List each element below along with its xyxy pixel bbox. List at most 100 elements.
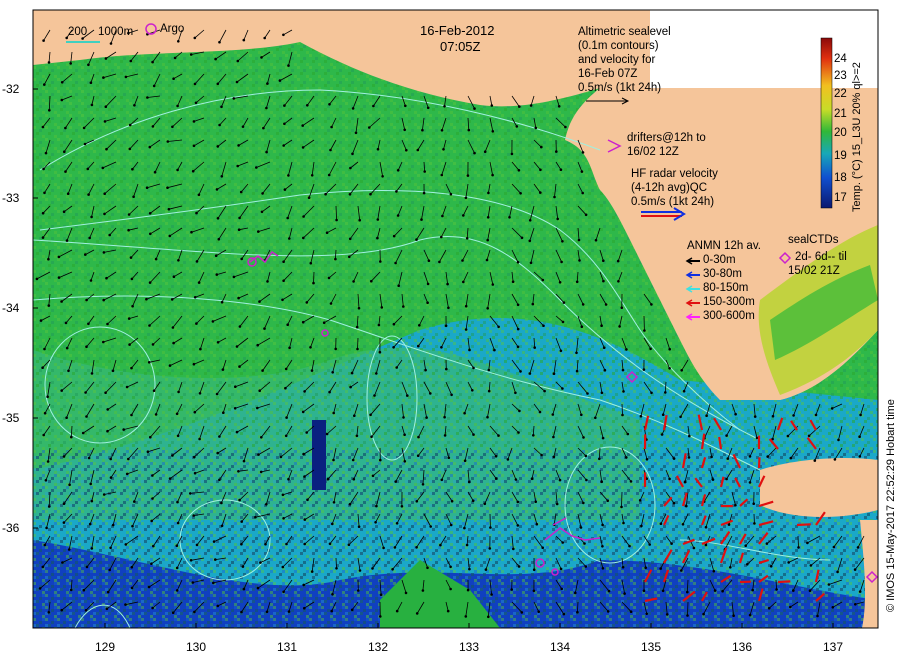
x-tick-label: 136 (722, 640, 762, 654)
velocity-arrow-head (169, 364, 172, 367)
velocity-arrow-head (281, 299, 284, 302)
velocity-arrow-head (128, 317, 131, 320)
velocity-arrow-head (468, 568, 471, 571)
velocity-arrow-head (392, 346, 395, 349)
velocity-arrow-head (131, 525, 134, 528)
velocity-arrow-head (90, 81, 93, 84)
velocity-arrow-head (580, 414, 583, 417)
velocity-arrow-head (42, 236, 45, 239)
velocity-arrow-head (282, 34, 285, 37)
velocity-arrow-head (415, 238, 418, 241)
velocity-arrow-head (234, 385, 237, 388)
velocity-arrow-head (576, 370, 579, 373)
velocity-arrow-head (375, 505, 378, 508)
velocity-arrow-head (334, 348, 337, 351)
velocity-arrow-head (447, 307, 450, 310)
velocity-arrow-head (66, 347, 69, 350)
velocity-arrow-head (487, 616, 490, 619)
velocity-arrow-head (859, 455, 862, 458)
velocity-arrow-head (88, 457, 91, 460)
velocity-arrow-head (465, 197, 468, 200)
velocity-arrow-head (541, 546, 544, 549)
velocity-arrow-head (220, 502, 223, 505)
velocity-arrow-head (643, 329, 646, 332)
velocity-arrow-head (328, 174, 331, 177)
velocity-arrow-head (233, 276, 236, 279)
x-tick-label: 135 (631, 640, 671, 654)
velocity-arrow-head (540, 454, 543, 457)
anmn-legend-item: 80-150m (703, 282, 748, 294)
velocity-arrow-head (285, 543, 288, 546)
x-tick-label: 137 (813, 640, 853, 654)
velocity-arrow-head (725, 434, 728, 437)
velocity-arrow-head (217, 145, 220, 148)
velocity-arrow-head (600, 481, 603, 484)
y-tick-label: -33 (2, 191, 19, 205)
velocity-arrow-head (471, 389, 474, 392)
velocity-arrow-head (122, 428, 125, 431)
velocity-arrow-head (282, 260, 285, 263)
velocity-arrow-head (282, 566, 285, 569)
velocity-arrow-head (486, 416, 489, 419)
velocity-arrow-head (519, 192, 522, 195)
velocity-arrow-head (359, 569, 362, 572)
velocity-arrow-head (308, 196, 311, 199)
velocity-arrow-head (472, 367, 475, 370)
velocity-arrow-head (358, 307, 361, 310)
velocity-arrow-head (348, 543, 351, 546)
colorbar-tick: 17 (834, 192, 847, 204)
velocity-arrow-head (662, 590, 665, 593)
velocity-arrow-head (216, 188, 219, 191)
velocity-arrow-head (218, 435, 221, 438)
velocity-arrow-head (311, 570, 314, 573)
velocity-arrow-head (237, 297, 240, 300)
velocity-arrow-head (127, 458, 130, 461)
velocity-arrow-head (91, 500, 94, 503)
velocity-arrow-head (173, 275, 176, 278)
velocity-arrow-head (310, 262, 313, 265)
velocity-arrow-head (47, 460, 50, 463)
velocity-arrow-head (603, 346, 606, 349)
velocity-arrow-head (189, 492, 192, 495)
velocity-arrow-head (429, 525, 432, 528)
velocity-arrow-head (417, 436, 420, 439)
velocity-arrow-head (467, 174, 470, 177)
velocity-arrow-head (150, 520, 153, 523)
velocity-arrow-head (404, 460, 407, 463)
velocity-arrow-head (517, 304, 520, 307)
velocity-arrow-head (306, 104, 309, 107)
velocity-arrow-head (462, 281, 465, 284)
velocity-arrow-head (199, 392, 202, 395)
velocity-arrow-head (149, 281, 152, 284)
velocity-arrow-head (517, 328, 520, 331)
velocity-arrow-head (109, 547, 112, 550)
velocity-arrow-head (330, 610, 333, 613)
velocity-arrow-head (85, 609, 88, 612)
velocity-arrow-head (42, 168, 45, 171)
velocity-arrow-head (833, 546, 836, 549)
velocity-arrow-head (266, 82, 269, 85)
velocity-arrow-head (710, 456, 713, 459)
velocity-arrow-head (169, 235, 172, 238)
velocity-arrow-head (172, 77, 175, 80)
velocity-arrow-head (797, 546, 800, 549)
velocity-arrow-head (217, 83, 220, 86)
velocity-arrow-head (397, 169, 400, 172)
velocity-arrow-head (107, 591, 110, 594)
velocity-arrow-head (627, 433, 630, 436)
velocity-arrow-head (749, 481, 752, 484)
velocity-arrow-head (581, 170, 584, 173)
velocity-arrow-head (403, 129, 406, 132)
velocity-arrow-head (282, 494, 285, 497)
velocity-arrow-head (190, 231, 193, 234)
velocity-arrow-head (370, 435, 373, 438)
velocity-arrow-head (712, 478, 715, 481)
velocity-arrow-head (153, 85, 156, 88)
velocity-arrow-head (303, 475, 306, 478)
velocity-arrow-head (832, 606, 835, 609)
velocity-arrow-head (423, 170, 426, 173)
velocity-arrow-head (815, 414, 818, 417)
velocity-arrow-head (133, 500, 136, 503)
velocity-arrow-head (831, 407, 834, 410)
velocity-arrow-head (238, 228, 241, 231)
